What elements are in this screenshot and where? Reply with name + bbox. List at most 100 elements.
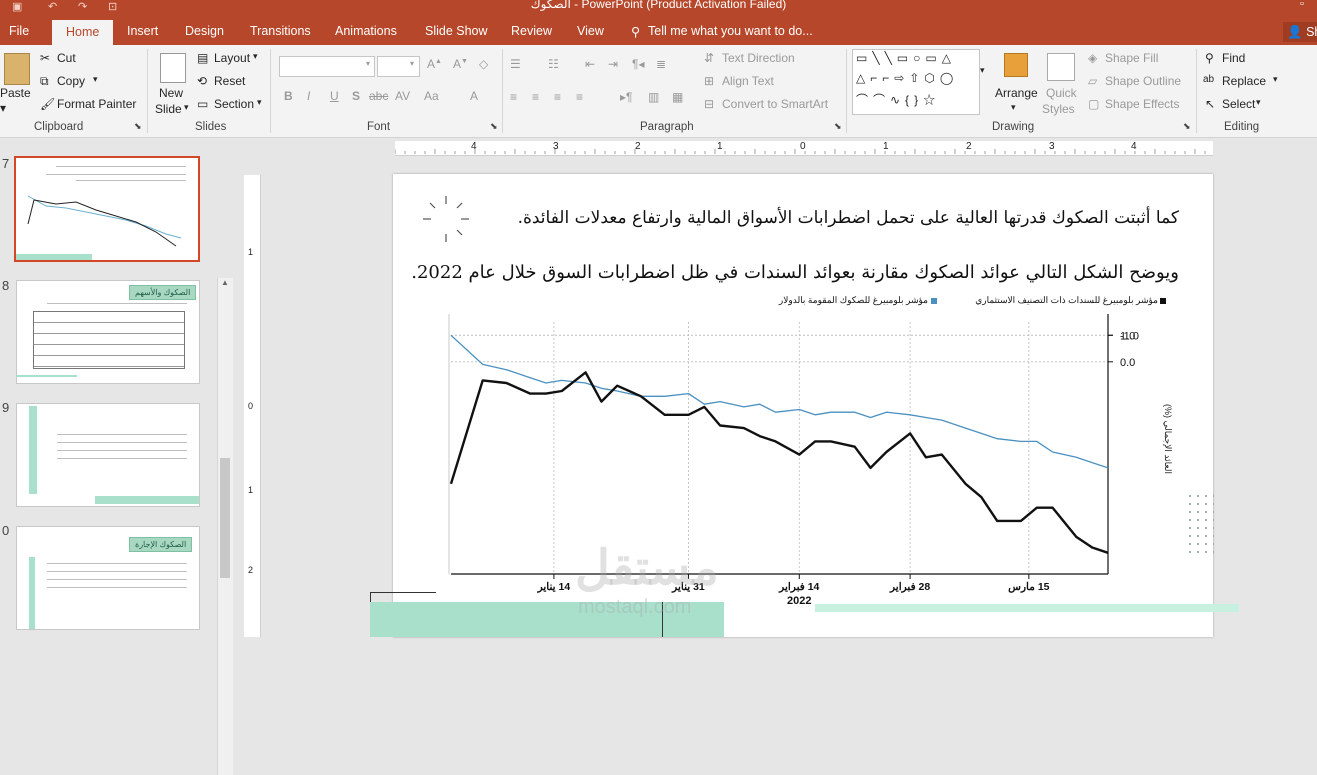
font-color-button[interactable]: A — [470, 89, 478, 103]
arrange-button[interactable]: Arrange — [995, 86, 1038, 100]
new-slide-label-2[interactable]: Slide — [155, 102, 182, 116]
find-button[interactable]: Find — [1222, 51, 1245, 65]
slide-thumbnail-10[interactable]: الصكوك الإجارة — [16, 526, 200, 630]
font-size-dropdown-icon[interactable]: ▾ — [410, 59, 414, 68]
increase-font-icon[interactable]: A▲ — [427, 57, 442, 71]
select-icon[interactable]: ↖ — [1205, 97, 1215, 111]
section-dropdown-icon[interactable]: ▾ — [257, 97, 262, 108]
shape-fill-icon[interactable]: ◈ — [1088, 51, 1097, 65]
account-button[interactable]: 👤 Sha — [1283, 22, 1317, 42]
shape-effects-icon[interactable]: ▢ — [1088, 97, 1099, 111]
ribbon-display-icon[interactable]: ▫ — [1300, 0, 1304, 10]
character-spacing-button[interactable]: AV — [395, 89, 410, 103]
drawing-launcher-icon[interactable]: ⬊ — [1183, 121, 1191, 132]
shape-fill-button[interactable]: Shape Fill — [1105, 51, 1158, 65]
new-slide-label-1[interactable]: New — [159, 86, 183, 100]
numbering-icon[interactable]: ☷ — [548, 57, 559, 71]
shapes-row-3[interactable]: ⌒⌒∿{}☆ — [856, 91, 940, 108]
shapes-row-2[interactable]: △⌐⌐⇨⇧⬡◯ — [856, 71, 958, 85]
arrange-dropdown-icon[interactable]: ▾ — [1011, 102, 1016, 113]
tab-insert[interactable]: Insert — [127, 24, 158, 38]
tab-view[interactable]: View — [577, 24, 604, 38]
slide-text-line-1[interactable]: كما أثبتت الصكوك قدرتها العالية على تحمل… — [518, 208, 1179, 228]
text-direction-icon[interactable]: ⇵ — [704, 51, 714, 65]
shape-effects-button[interactable]: Shape Effects — [1105, 97, 1180, 111]
shapes-row-1[interactable]: ▭╲╲▭○▭△ — [856, 51, 956, 65]
slide-text-line-2[interactable]: ويوضح الشكل التالي عوائد الصكوك مقارنة ب… — [411, 262, 1179, 283]
ltr-paragraph-icon[interactable]: ▸¶ — [620, 90, 632, 104]
convert-smartart-button[interactable]: Convert to SmartArt — [722, 97, 828, 111]
copy-dropdown-icon[interactable]: ▾ — [93, 74, 98, 85]
slide-thumbnail-8[interactable]: الصكوك والأسهم — [16, 280, 200, 384]
bullets-icon[interactable]: ☰ — [510, 57, 521, 71]
line-spacing-icon[interactable]: ≣ — [656, 57, 666, 71]
align-text-button[interactable]: Align Text — [722, 74, 774, 88]
layout-button[interactable]: Layout — [214, 51, 250, 65]
tab-transitions[interactable]: Transitions — [250, 24, 311, 38]
format-painter-button[interactable]: Format Painter — [57, 97, 136, 111]
find-icon[interactable]: ⚲ — [1205, 51, 1214, 65]
underline-button[interactable]: U — [330, 89, 339, 103]
reset-button[interactable]: Reset — [214, 74, 245, 88]
align-right-icon[interactable]: ≡ — [554, 90, 561, 104]
copy-icon[interactable]: ⧉ — [40, 74, 49, 89]
font-name-dropdown-icon[interactable]: ▾ — [366, 59, 370, 68]
columns-icon[interactable]: ▥ — [648, 90, 659, 104]
tab-slide-show[interactable]: Slide Show — [425, 24, 488, 38]
shape-outline-icon[interactable]: ▱ — [1088, 74, 1097, 88]
replace-button[interactable]: Replace — [1222, 74, 1266, 88]
shapes-more-icon[interactable]: ▾ — [980, 65, 985, 76]
thumbnails-scrollbar[interactable]: ▲ — [217, 278, 233, 775]
smartart-small-icon[interactable]: ▦ — [672, 90, 683, 104]
scroll-up-icon[interactable]: ▲ — [221, 278, 229, 287]
increase-indent-icon[interactable]: ⇥ — [608, 57, 618, 71]
tab-file[interactable]: File — [9, 24, 29, 38]
slide-thumbnail-9[interactable] — [16, 403, 200, 507]
reset-icon[interactable]: ⟲ — [197, 74, 207, 88]
shape-outline-button[interactable]: Shape Outline — [1105, 74, 1181, 88]
layout-dropdown-icon[interactable]: ▾ — [253, 51, 258, 62]
font-launcher-icon[interactable]: ⬊ — [490, 121, 498, 132]
align-text-icon[interactable]: ⊞ — [704, 74, 714, 88]
tab-home[interactable]: Home — [52, 20, 114, 45]
quick-styles-label-1[interactable]: Quick — [1046, 86, 1077, 100]
new-slide-icon[interactable] — [160, 53, 186, 83]
tab-design[interactable]: Design — [185, 24, 224, 38]
scrollbar-thumb[interactable] — [220, 458, 230, 578]
format-painter-icon[interactable]: 🖌 — [40, 97, 55, 111]
slide-thumbnail-7[interactable] — [14, 156, 200, 262]
align-center-icon[interactable]: ≡ — [532, 90, 539, 104]
paste-button[interactable]: Paste — [0, 86, 31, 100]
align-left-icon[interactable]: ≡ — [510, 90, 517, 104]
select-dropdown-icon[interactable]: ▾ — [1256, 97, 1261, 108]
paste-dropdown-icon[interactable]: ▾ — [0, 101, 6, 115]
bold-button[interactable]: B — [284, 89, 293, 103]
quick-styles-icon[interactable] — [1047, 53, 1075, 81]
slide-canvas[interactable]: كما أثبتت الصكوك قدرتها العالية على تحمل… — [370, 174, 1239, 637]
paragraph-launcher-icon[interactable]: ⬊ — [834, 121, 842, 132]
clipboard-launcher-icon[interactable]: ⬊ — [134, 121, 142, 132]
cut-icon[interactable]: ✂ — [40, 51, 50, 65]
section-icon[interactable]: ▭ — [197, 97, 208, 111]
clear-formatting-icon[interactable]: ◇ — [479, 57, 488, 71]
text-shadow-button[interactable]: S — [352, 89, 360, 103]
replace-dropdown-icon[interactable]: ▾ — [1273, 74, 1278, 85]
decrease-font-icon[interactable]: A▼ — [453, 57, 468, 71]
decrease-indent-icon[interactable]: ⇤ — [585, 57, 595, 71]
rtl-icon[interactable]: ¶◂ — [632, 57, 644, 71]
tab-review[interactable]: Review — [511, 24, 552, 38]
cut-button[interactable]: Cut — [57, 51, 76, 65]
copy-button[interactable]: Copy — [57, 74, 85, 88]
italic-button[interactable]: I — [307, 89, 310, 103]
quick-styles-label-2[interactable]: Styles — [1042, 102, 1075, 116]
paste-icon[interactable] — [4, 53, 30, 85]
tell-me-box[interactable]: Tell me what you want to do... — [648, 24, 813, 38]
smartart-icon[interactable]: ⊟ — [704, 97, 714, 111]
new-slide-dropdown-icon[interactable]: ▾ — [184, 102, 189, 113]
justify-icon[interactable]: ≡ — [576, 90, 583, 104]
text-direction-button[interactable]: Text Direction — [722, 51, 795, 65]
select-button[interactable]: Select — [1222, 97, 1255, 111]
font-name-box[interactable] — [279, 56, 375, 77]
tab-animations[interactable]: Animations — [335, 24, 397, 38]
replace-icon[interactable]: ab — [1203, 74, 1214, 85]
